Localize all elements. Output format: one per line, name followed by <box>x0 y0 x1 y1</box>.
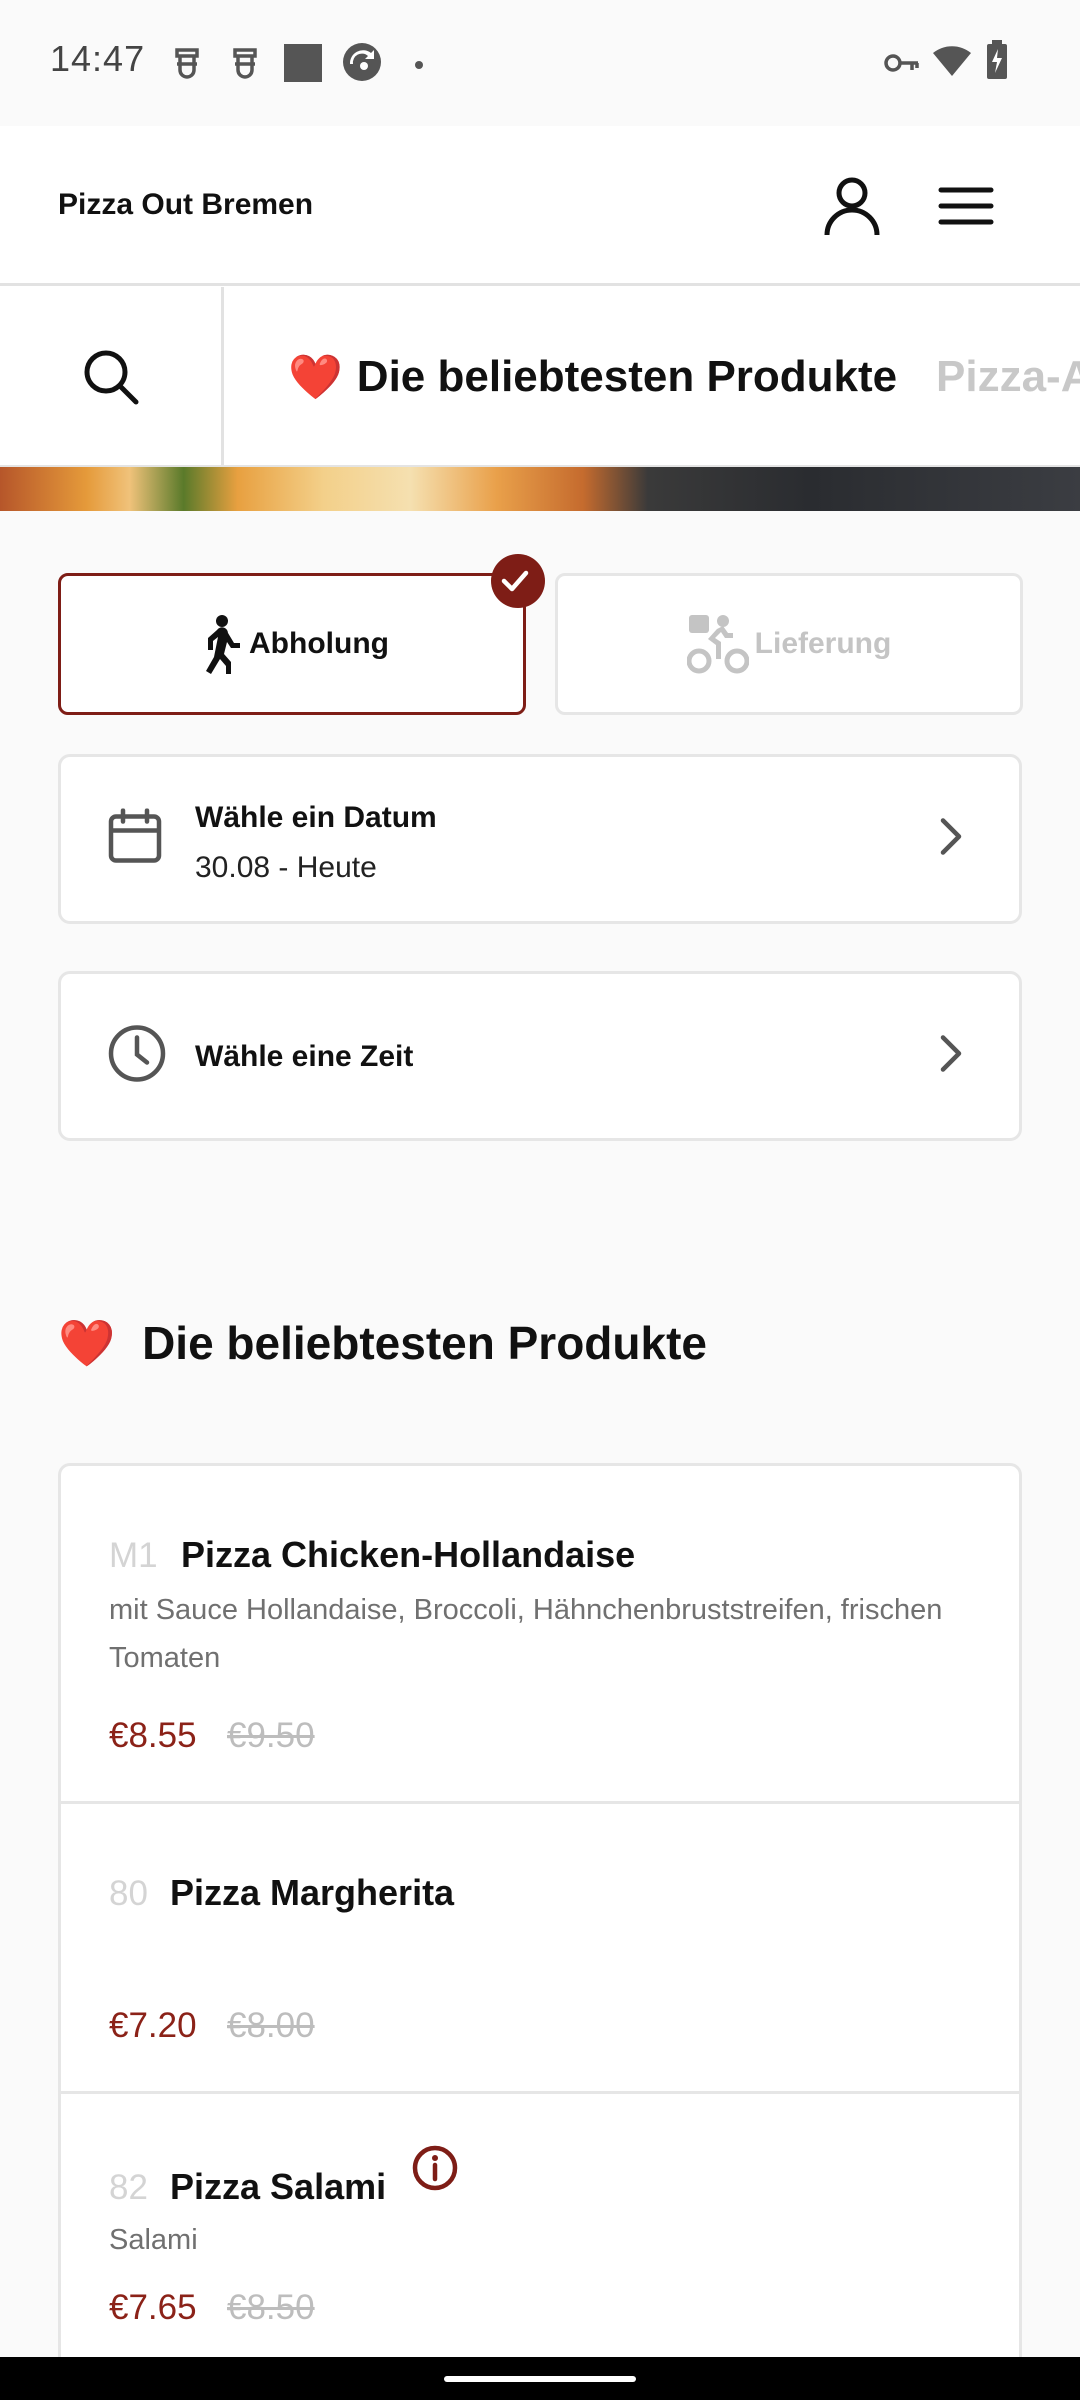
image-notification-icon <box>284 44 322 87</box>
product-card[interactable]: 82 Pizza Salami Salami €7.65 €8.50 <box>61 2094 1019 2363</box>
heart-emoji-icon: ❤️ <box>58 1317 116 1369</box>
time-selector[interactable]: Wähle eine Zeit <box>58 971 1022 1141</box>
date-selector-title: Wähle ein Datum <box>195 801 437 834</box>
product-name: Pizza Chicken-Hollandaise <box>181 1534 636 1575</box>
date-selector[interactable]: Wähle ein Datum 30.08 - Heute <box>58 754 1022 924</box>
tab-label: Die beliebtesten Produkte <box>356 352 898 401</box>
product-list: M1 Pizza Chicken-Hollandaise mit Sauce H… <box>58 1463 1022 2363</box>
sync-notification-icon <box>342 42 382 87</box>
selected-check-icon <box>491 554 545 608</box>
product-price: €7.65 <box>109 2288 197 2327</box>
app-header: Pizza Out Bremen <box>0 126 1080 286</box>
product-card[interactable]: 80 Pizza Margherita €7.20 €8.00 <box>61 1804 1019 2094</box>
wifi-icon <box>932 44 972 83</box>
tab-popular-products[interactable]: ❤️ Die beliebtesten Produkte <box>288 287 898 465</box>
product-card[interactable]: M1 Pizza Chicken-Hollandaise mit Sauce H… <box>61 1466 1019 1804</box>
calendar-icon <box>107 808 163 870</box>
search-icon <box>84 350 138 405</box>
delivery-option-button[interactable]: Lieferung <box>555 573 1023 715</box>
section-title-text: Die beliebtesten Produkte <box>142 1317 707 1369</box>
pickup-option-button[interactable]: Abholung <box>58 554 545 715</box>
bicycle-courier-icon <box>686 615 749 674</box>
account-button[interactable] <box>812 166 892 246</box>
battery-charging-icon <box>986 40 1008 85</box>
product-price: €7.20 <box>109 2006 197 2045</box>
notification-app-icon <box>172 44 202 85</box>
tab-label: Pizza-A <box>936 352 1080 401</box>
more-notifications-dot-icon <box>414 57 424 75</box>
product-description: mit Sauce Hollandaise, Broccoli, Hähnche… <box>109 1594 943 1674</box>
section-title: ❤️ Die beliebtesten Produkte <box>58 1316 707 1371</box>
main-content: Abholung Lieferung Wähle ein Datum 30.08… <box>0 511 1080 2363</box>
walking-person-icon <box>206 615 241 674</box>
product-old-price: €8.00 <box>227 2006 315 2045</box>
vpn-key-icon <box>884 50 920 81</box>
heart-emoji-icon: ❤️ <box>288 353 343 402</box>
search-button[interactable] <box>0 287 224 465</box>
system-navigation-bar <box>0 2357 1080 2400</box>
product-old-price: €8.50 <box>227 2288 315 2327</box>
home-gesture-handle[interactable] <box>444 2376 636 2382</box>
user-icon <box>824 177 880 236</box>
hero-banner-image <box>0 467 1080 511</box>
notification-app-icon <box>230 44 260 85</box>
delivery-label: Lieferung <box>754 627 892 660</box>
product-name: Pizza Margherita <box>170 1872 455 1913</box>
date-selector-value: 30.08 - Heute <box>195 851 377 884</box>
pickup-label: Abholung <box>249 627 389 660</box>
info-icon[interactable] <box>411 2144 459 2197</box>
clock-icon <box>107 1024 167 1089</box>
product-number: 80 <box>109 1874 148 1913</box>
chevron-right-icon <box>939 817 963 862</box>
category-bar: ❤️ Die beliebtesten Produkte Pizza-A <box>0 287 1080 467</box>
status-bar: 14:47 <box>0 0 1080 126</box>
product-old-price: €9.50 <box>227 1716 315 1755</box>
app-title: Pizza Out Bremen <box>58 188 314 221</box>
time-selector-title: Wähle eine Zeit <box>195 1040 414 1073</box>
chevron-right-icon <box>939 1034 963 1079</box>
product-number: 82 <box>109 2168 148 2207</box>
menu-button[interactable] <box>926 166 1006 246</box>
product-number: M1 <box>109 1536 158 1575</box>
hamburger-menu-icon <box>938 187 994 225</box>
product-name: Pizza Salami <box>170 2166 387 2207</box>
status-time: 14:47 <box>50 38 146 79</box>
product-price: €8.55 <box>109 1716 197 1755</box>
product-description: Salami <box>109 2224 198 2256</box>
tab-pizza[interactable]: Pizza-A <box>936 287 1080 465</box>
